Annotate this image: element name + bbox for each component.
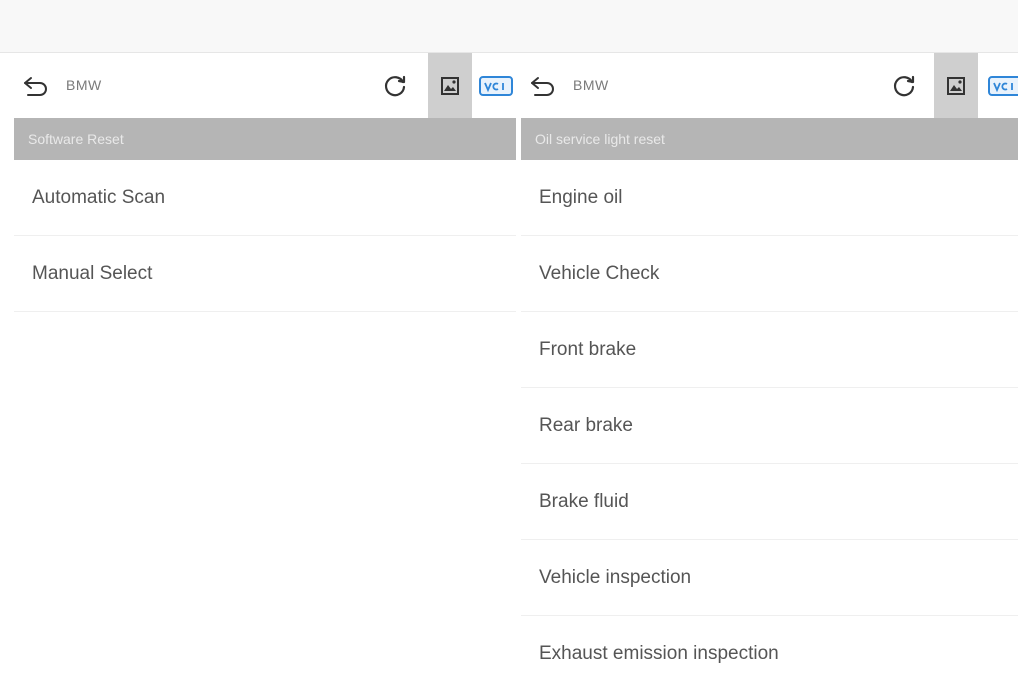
system-top-bar: [0, 0, 1018, 53]
section-header: Software Reset: [14, 118, 516, 160]
left-panel: BMW Software Reset Automatic Scan Manual…: [14, 53, 516, 682]
refresh-button[interactable]: [382, 73, 408, 99]
vci-button[interactable]: [479, 75, 513, 97]
image-icon: [441, 76, 459, 95]
app-screen: BMW Software Reset Automatic Scan Manual…: [0, 0, 1018, 682]
list-item[interactable]: Automatic Scan: [14, 160, 516, 236]
toolbar-title: BMW: [573, 77, 609, 93]
refresh-button[interactable]: [891, 73, 917, 99]
list-item[interactable]: Front brake: [521, 312, 1018, 388]
right-panel: BMW Oil service light reset Engine oil V…: [521, 53, 1018, 682]
back-button[interactable]: [20, 73, 54, 99]
image-button[interactable]: [934, 53, 978, 118]
vci-button[interactable]: [988, 75, 1018, 97]
menu-list: Engine oil Vehicle Check Front brake Rea…: [521, 160, 1018, 682]
toolbar-title: BMW: [66, 77, 102, 93]
right-toolbar: BMW: [521, 53, 1018, 118]
back-button[interactable]: [527, 73, 561, 99]
back-arrow-icon: [24, 77, 47, 96]
refresh-icon: [893, 75, 915, 97]
section-header: Oil service light reset: [521, 118, 1018, 160]
image-icon: [947, 76, 965, 95]
list-item[interactable]: Vehicle inspection: [521, 540, 1018, 616]
list-item[interactable]: Vehicle Check: [521, 236, 1018, 312]
list-item[interactable]: Exhaust emission inspection: [521, 616, 1018, 682]
refresh-icon: [384, 75, 406, 97]
list-item[interactable]: Manual Select: [14, 236, 516, 312]
vci-icon: [988, 76, 1018, 96]
list-item[interactable]: Rear brake: [521, 388, 1018, 464]
list-item[interactable]: Brake fluid: [521, 464, 1018, 540]
vci-icon: [479, 76, 513, 96]
back-arrow-icon: [531, 77, 554, 96]
left-toolbar: BMW: [14, 53, 516, 118]
menu-list: Automatic Scan Manual Select: [14, 160, 516, 312]
image-button[interactable]: [428, 53, 472, 118]
list-item[interactable]: Engine oil: [521, 160, 1018, 236]
